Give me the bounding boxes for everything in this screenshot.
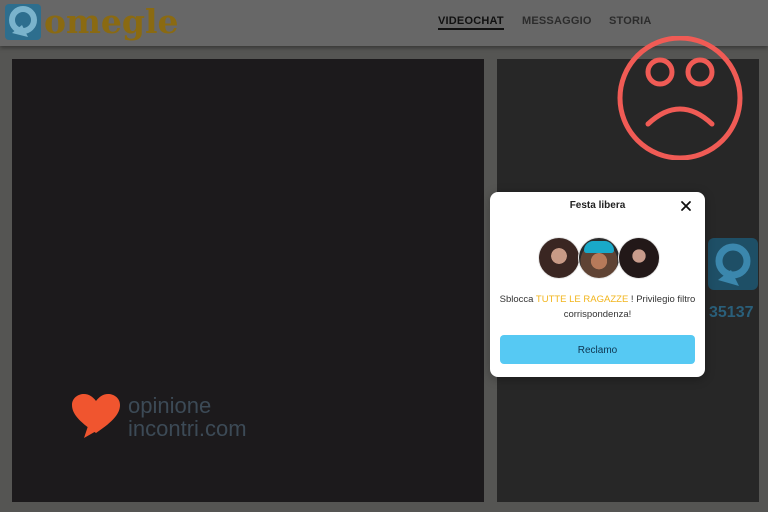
- nav-videochat[interactable]: VIDEOCHAT: [438, 15, 504, 30]
- avatar: [618, 237, 660, 279]
- heart-chat-icon: [72, 394, 120, 438]
- modal-text-before: Sblocca: [499, 294, 536, 305]
- promo-modal: Festa libera Sblocca TUTTE LE RAGAZZE ! …: [490, 192, 705, 377]
- online-user-count: 35137: [709, 304, 754, 321]
- modal-text-highlight: TUTTE LE RAGAZZE: [535, 294, 629, 305]
- modal-message: Sblocca TUTTE LE RAGAZZE ! Privilegio fi…: [498, 292, 697, 322]
- page: omegle VIDEOCHAT MESSAGGIO STORIA 35137 …: [0, 0, 768, 512]
- watermark-line2: incontri.com: [128, 416, 247, 441]
- avatar: [538, 237, 580, 279]
- nav-messaggio[interactable]: MESSAGGIO: [522, 15, 592, 27]
- watermark-line1: opinione: [128, 393, 212, 418]
- modal-title: Festa libera: [569, 200, 626, 211]
- logo-text[interactable]: omegle: [44, 2, 179, 42]
- close-icon[interactable]: [680, 200, 692, 212]
- nav-storia[interactable]: STORIA: [609, 15, 652, 27]
- claim-button[interactable]: Reclamo: [500, 335, 695, 364]
- avatar-group: [538, 237, 660, 279]
- omegle-logo-icon: [708, 238, 758, 290]
- omegle-logo-icon[interactable]: [4, 3, 42, 41]
- avatar: [578, 237, 620, 279]
- sad-face-icon: [617, 36, 743, 160]
